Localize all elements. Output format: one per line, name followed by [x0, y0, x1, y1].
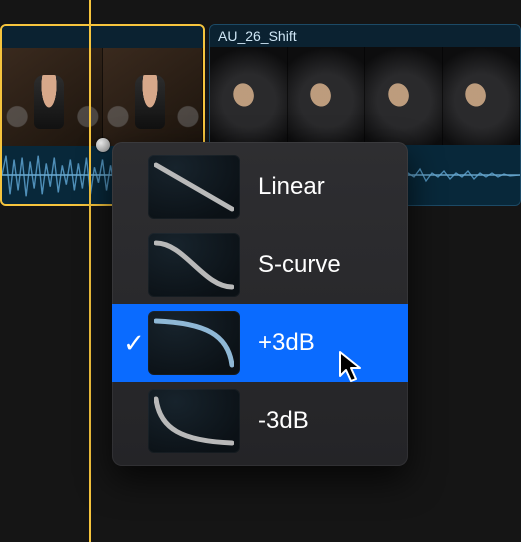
- clip-b-filmstrip: [210, 47, 520, 145]
- curve-thumb-scurve: [148, 233, 240, 297]
- curve-thumb-minus3db: [148, 389, 240, 453]
- clip-b-title: AU_26_Shift: [210, 25, 520, 47]
- audio-fade-handle[interactable]: [96, 138, 110, 152]
- fade-option-scurve[interactable]: S-curve: [112, 226, 408, 304]
- fade-shape-menu: Linear S-curve ✓ +3dB -3dB: [112, 142, 408, 466]
- clip-a-title: [2, 26, 203, 48]
- fade-option-minus3db[interactable]: -3dB: [112, 382, 408, 460]
- curve-thumb-plus3db: [148, 311, 240, 375]
- clip-a-filmstrip: [2, 48, 203, 146]
- fade-option-label: Linear: [258, 173, 394, 201]
- fade-option-plus3db[interactable]: ✓ +3dB: [112, 304, 408, 382]
- fade-option-label: S-curve: [258, 251, 394, 279]
- fade-option-linear[interactable]: Linear: [112, 148, 408, 226]
- fade-option-label: +3dB: [258, 329, 394, 357]
- fade-option-label: -3dB: [258, 407, 394, 435]
- curve-thumb-linear: [148, 155, 240, 219]
- playhead[interactable]: [89, 0, 91, 542]
- checkmark-icon: ✓: [120, 328, 148, 359]
